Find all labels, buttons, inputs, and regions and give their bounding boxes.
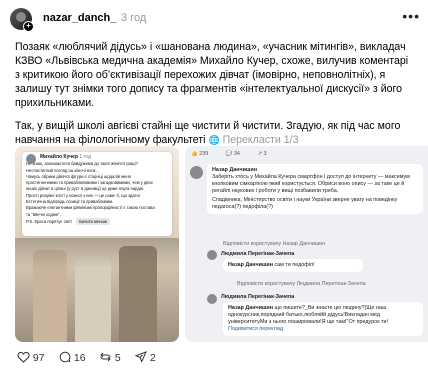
translate-icon: 🌐 xyxy=(208,135,220,145)
fb-reply-link: Відповісти користувачу Людмила Перегінак… xyxy=(237,281,366,287)
more-options-icon[interactable]: ••• xyxy=(402,8,420,24)
fb-likes: 👍 239 xyxy=(191,151,209,157)
fb-comment-text: сам ти педофіл! xyxy=(274,262,315,268)
like-button[interactable]: 97 xyxy=(17,351,45,364)
fb-line: P.S. Краса порятує світ! Бачити менше xyxy=(26,217,168,226)
fb-author: Михайло Кучер 1 год xyxy=(26,154,168,164)
fb-line: Естетична відповідь позиції та приваблив… xyxy=(26,199,114,205)
street-photo xyxy=(15,238,179,342)
fb-comment-author: Назар Данчишин xyxy=(212,167,257,173)
facebook-post-card: Михайло Кучер 1 год Не знаю, залишаєтеся… xyxy=(22,152,172,236)
share-count: 2 xyxy=(149,352,156,364)
fb-comment-author: Назар Данчишин xyxy=(228,262,273,268)
username[interactable]: nazar_danch_ xyxy=(43,12,116,24)
commenter-avatar xyxy=(207,250,217,260)
screenshot-image-1[interactable]: Михайло Кучер 1 год Не знаю, залишаєтеся… xyxy=(15,146,179,342)
fb-shares-count: 3 xyxy=(263,151,267,157)
commenter-avatar xyxy=(190,166,203,179)
repost-count: 5 xyxy=(114,352,121,364)
post-paragraph-2: Так, у вищій школі авгієві стайні ще чис… xyxy=(15,119,413,147)
photo-building xyxy=(15,238,179,268)
heart-icon xyxy=(17,351,30,363)
like-count: 97 xyxy=(32,352,45,364)
post-images[interactable]: Михайло Кучер 1 год Не знаю, залишаєтеся… xyxy=(15,146,428,342)
fb-line: Не знаю, залишаєтеся байдужими до такої … xyxy=(26,161,138,167)
fb-line: та "ввечні ходінн". xyxy=(26,211,61,217)
translate-label: Перекласти xyxy=(222,134,281,146)
fb-likes-count: 239 xyxy=(199,151,209,157)
post-header: + nazar_danch_ 3 год ••• xyxy=(10,8,420,32)
fb-comment-author: Людмила Перегінак-Зачепа xyxy=(221,251,295,257)
post-body: Позаяк «люблячий дідусь» і «шанована люд… xyxy=(15,40,413,156)
post-time: 3 год xyxy=(121,12,147,24)
fb-comment-author: Людмила Перегінак-Зачепа xyxy=(221,294,295,300)
fb-comment: Назар Данчишин Заберіть хтось у Михайла … xyxy=(207,164,423,214)
translate-link[interactable]: 🌐 Перекласти xyxy=(208,134,280,146)
post-paragraph-1: Позаяк «люблячий дідусь» і «шанована люд… xyxy=(15,41,409,109)
fb-line: Неспостиглий погляд на жіночі ноги... xyxy=(26,167,99,173)
comment-icon xyxy=(59,351,71,363)
fb-ps: P.S. Краса порятує світ! xyxy=(26,218,73,224)
fb-avatar xyxy=(26,154,36,164)
photo-figure xyxy=(75,256,111,342)
fb-reply-link: Відповісти користувачу Назар Данчишин xyxy=(223,241,326,247)
repost-button[interactable]: 5 xyxy=(99,351,121,364)
fb-translate-link: Подивитися переклад xyxy=(228,326,283,332)
fb-comments-count: 34 xyxy=(233,151,240,157)
fb-comment-mention: Спадівника, Міністерство освіти і науки … xyxy=(212,197,398,210)
fb-line: Вражаюче елегантними фемінізмі пропорцій… xyxy=(26,205,155,211)
fb-comment: Назар Данчишин сам ти педофіл! xyxy=(223,259,363,272)
fb-comment: Назар Данчишин що пишете?_Ви знаєте цю л… xyxy=(223,302,423,336)
share-button[interactable]: 2 xyxy=(134,351,156,364)
repost-icon xyxy=(100,352,111,362)
comment-count: 16 xyxy=(73,352,86,364)
follow-plus-icon[interactable]: + xyxy=(23,21,34,32)
fb-stats: 👍 239 💬 34 ↗ 3 xyxy=(191,151,282,158)
fb-author-time: 1 год xyxy=(79,154,91,160)
fb-line: простягненними та привабливовими і загад… xyxy=(26,180,153,186)
screenshot-image-2[interactable]: 👍 239 💬 34 ↗ 3 Назар Данчишин Заберіть х… xyxy=(185,146,428,342)
share-icon xyxy=(134,351,147,363)
fb-line: Чомусь обрики дівочої фігури є стіцініці… xyxy=(26,173,131,179)
fb-see-less-button: Бачити менше xyxy=(76,217,111,226)
fb-line: інших дівчат в ціпані (у руст в данниці)… xyxy=(26,186,145,192)
fb-line: Прості розумні кості у кожної з них — це… xyxy=(26,192,140,198)
comment-button[interactable]: 16 xyxy=(59,351,86,364)
fb-comment-text: Заберіть хтось у Михайла Кучера смартфон… xyxy=(212,174,410,194)
fb-comment-author: Назар Данчишин xyxy=(228,305,273,311)
translate-counter: 1/3 xyxy=(283,134,299,146)
fb-shares: ↗ 3 xyxy=(257,151,267,157)
commenter-avatar xyxy=(207,294,217,304)
fb-comments: 💬 34 xyxy=(225,151,240,157)
fb-author-name: Михайло Кучер xyxy=(40,154,78,160)
